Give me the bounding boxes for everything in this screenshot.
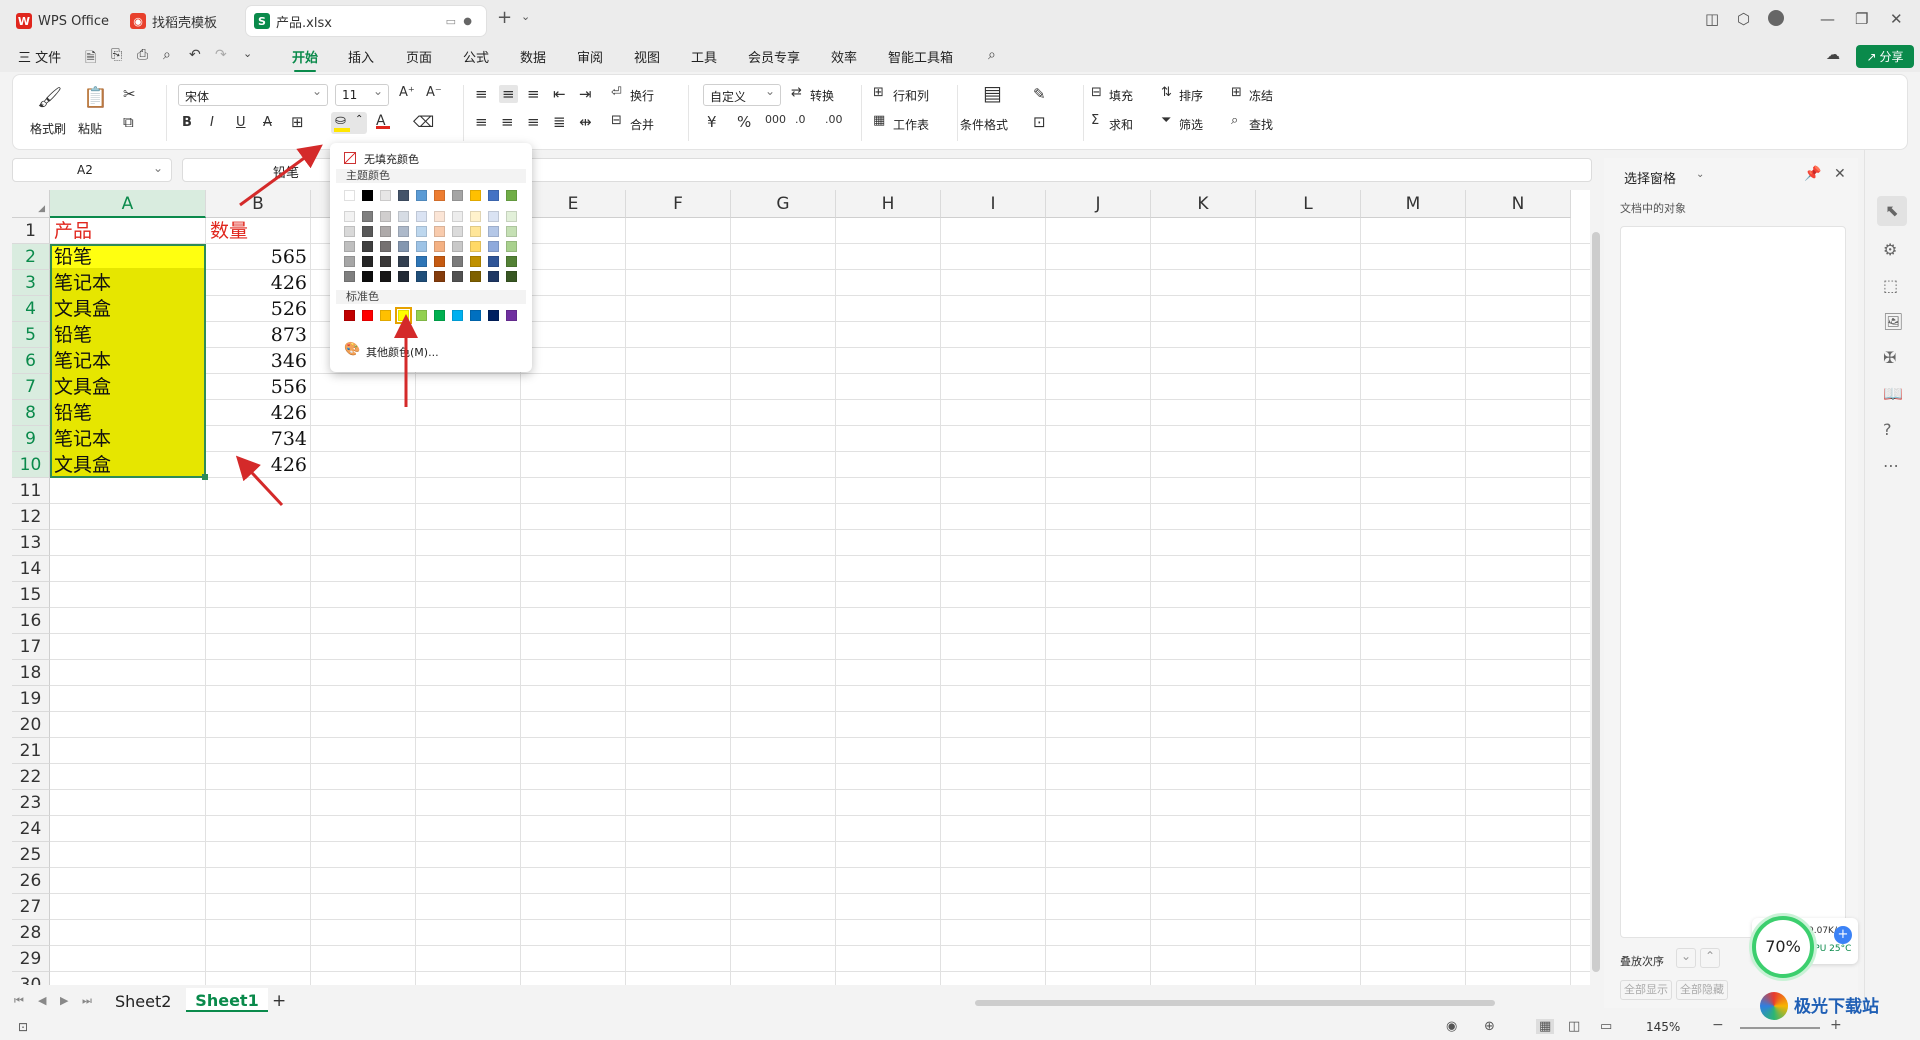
- annotation-arrows: [235, 144, 418, 507]
- watermark-text: 极光下载站: [1794, 997, 1879, 1017]
- watermark-icon: [1760, 992, 1788, 1020]
- arrow-to-selection: [235, 455, 284, 507]
- watermark-logo: 极光下载站: [1760, 986, 1910, 1026]
- arrow-to-fill-button: [239, 144, 323, 207]
